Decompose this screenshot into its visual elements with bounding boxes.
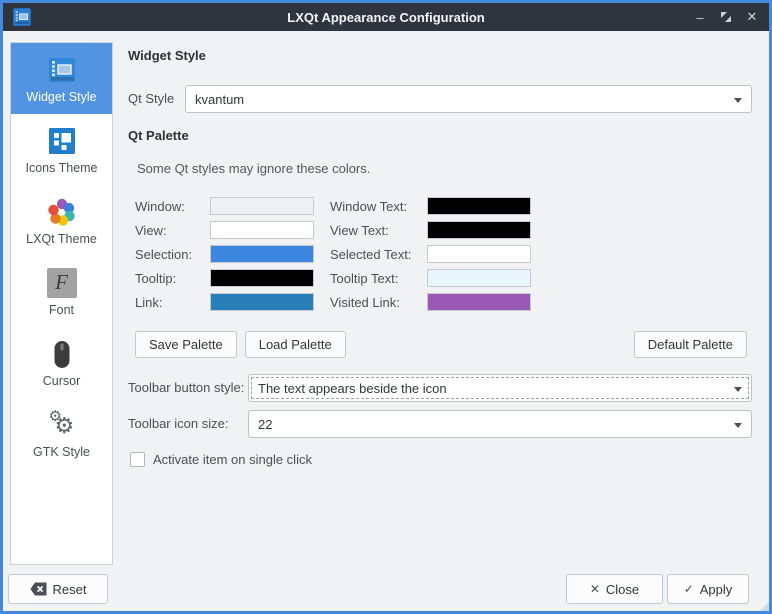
- apply-button[interactable]: ✓ Apply: [667, 574, 749, 604]
- reset-button[interactable]: Reset: [8, 574, 108, 604]
- toolbar-button-style-combobox[interactable]: The text appears beside the icon: [248, 374, 752, 402]
- palette-label-link: Link:: [135, 295, 210, 310]
- window-controls: – ✕: [692, 9, 760, 25]
- window-color-swatch[interactable]: [210, 197, 314, 215]
- checkmark-icon: ✓: [684, 582, 694, 596]
- single-click-checkbox[interactable]: [130, 452, 145, 467]
- sidebar-item-lxqt-theme[interactable]: LXQt Theme: [11, 185, 112, 256]
- restore-button[interactable]: [718, 9, 734, 25]
- cursor-icon: [46, 338, 78, 370]
- view-color-swatch[interactable]: [210, 221, 314, 239]
- palette-label-tooltip: Tooltip:: [135, 271, 210, 286]
- palette-note: Some Qt styles may ignore these colors.: [137, 161, 370, 176]
- sidebar-item-label: LXQt Theme: [26, 232, 97, 246]
- widget-style-icon: [46, 54, 78, 86]
- widget-style-heading: Widget Style: [128, 48, 206, 63]
- palette-label-window: Window:: [135, 199, 210, 214]
- load-palette-button[interactable]: Load Palette: [245, 331, 346, 358]
- lxqt-theme-icon: [46, 196, 78, 228]
- toolbar-button-style-value: The text appears beside the icon: [258, 381, 447, 396]
- window-text-color-swatch[interactable]: [427, 197, 531, 215]
- single-click-label: Activate item on single click: [153, 452, 312, 467]
- chevron-down-icon: [734, 423, 742, 428]
- chevron-down-icon: [734, 387, 742, 392]
- icons-theme-icon: [46, 125, 78, 157]
- resize-grip[interactable]: [760, 602, 769, 611]
- palette-label-selection: Selection:: [135, 247, 210, 262]
- palette-label-visited-link: Visited Link:: [330, 295, 427, 310]
- minimize-button[interactable]: –: [692, 9, 708, 25]
- lxqt-appearance-window: LXQt Appearance Configuration – ✕: [0, 0, 772, 614]
- palette-label-selected-text: Selected Text:: [330, 247, 427, 262]
- selection-color-swatch[interactable]: [210, 245, 314, 263]
- visited-link-color-swatch[interactable]: [427, 293, 531, 311]
- sidebar-item-icons-theme[interactable]: Icons Theme: [11, 114, 112, 185]
- close-window-button[interactable]: ✕: [744, 9, 760, 25]
- toolbar-icon-size-combobox[interactable]: 22: [248, 410, 752, 438]
- palette-grid: Window: Window Text: View: View Text: Se…: [135, 194, 531, 314]
- apply-button-label: Apply: [700, 582, 733, 597]
- qt-style-label: Qt Style: [128, 85, 174, 113]
- reset-icon: [30, 582, 47, 596]
- chevron-down-icon: [734, 98, 742, 103]
- font-icon: F: [46, 267, 78, 299]
- save-palette-button[interactable]: Save Palette: [135, 331, 237, 358]
- selected-text-color-swatch[interactable]: [427, 245, 531, 263]
- app-icon: [12, 7, 32, 27]
- window-title: LXQt Appearance Configuration: [3, 10, 769, 25]
- toolbar-icon-size-value: 22: [258, 417, 272, 432]
- close-x-icon: ✕: [590, 582, 600, 596]
- single-click-row: Activate item on single click: [130, 452, 312, 467]
- sidebar-item-label: GTK Style: [33, 445, 90, 459]
- reset-button-label: Reset: [53, 582, 87, 597]
- titlebar: LXQt Appearance Configuration – ✕: [3, 3, 769, 31]
- sidebar-item-label: Font: [49, 303, 74, 317]
- tooltip-text-color-swatch[interactable]: [427, 269, 531, 287]
- qt-palette-heading: Qt Palette: [128, 128, 189, 143]
- sidebar-item-widget-style[interactable]: Widget Style: [11, 43, 112, 114]
- close-button[interactable]: ✕ Close: [566, 574, 663, 604]
- qt-style-value: kvantum: [195, 92, 244, 107]
- palette-label-window-text: Window Text:: [330, 199, 427, 214]
- close-button-label: Close: [606, 582, 639, 597]
- tooltip-color-swatch[interactable]: [210, 269, 314, 287]
- palette-label-tooltip-text: Tooltip Text:: [330, 271, 427, 286]
- view-text-color-swatch[interactable]: [427, 221, 531, 239]
- palette-label-view-text: View Text:: [330, 223, 427, 238]
- sidebar-item-label: Cursor: [43, 374, 81, 388]
- link-color-swatch[interactable]: [210, 293, 314, 311]
- gtk-style-icon: ⚙ ⚙: [46, 409, 78, 441]
- sidebar-item-font[interactable]: F Font: [11, 256, 112, 327]
- palette-actions: Save Palette Load Palette Default Palett…: [135, 331, 747, 358]
- sidebar-item-label: Widget Style: [26, 90, 96, 104]
- sidebar-category-list: Widget Style Icons Theme: [10, 42, 113, 565]
- toolbar-icon-size-label: Toolbar icon size:: [128, 410, 228, 438]
- qt-style-combobox[interactable]: kvantum: [185, 85, 752, 113]
- sidebar-item-label: Icons Theme: [25, 161, 97, 175]
- restore-icon: [720, 11, 732, 23]
- sidebar-item-gtk-style[interactable]: ⚙ ⚙ GTK Style: [11, 398, 112, 469]
- palette-label-view: View:: [135, 223, 210, 238]
- default-palette-button[interactable]: Default Palette: [634, 331, 747, 358]
- sidebar-item-cursor[interactable]: Cursor: [11, 327, 112, 398]
- toolbar-button-style-label: Toolbar button style:: [128, 374, 244, 402]
